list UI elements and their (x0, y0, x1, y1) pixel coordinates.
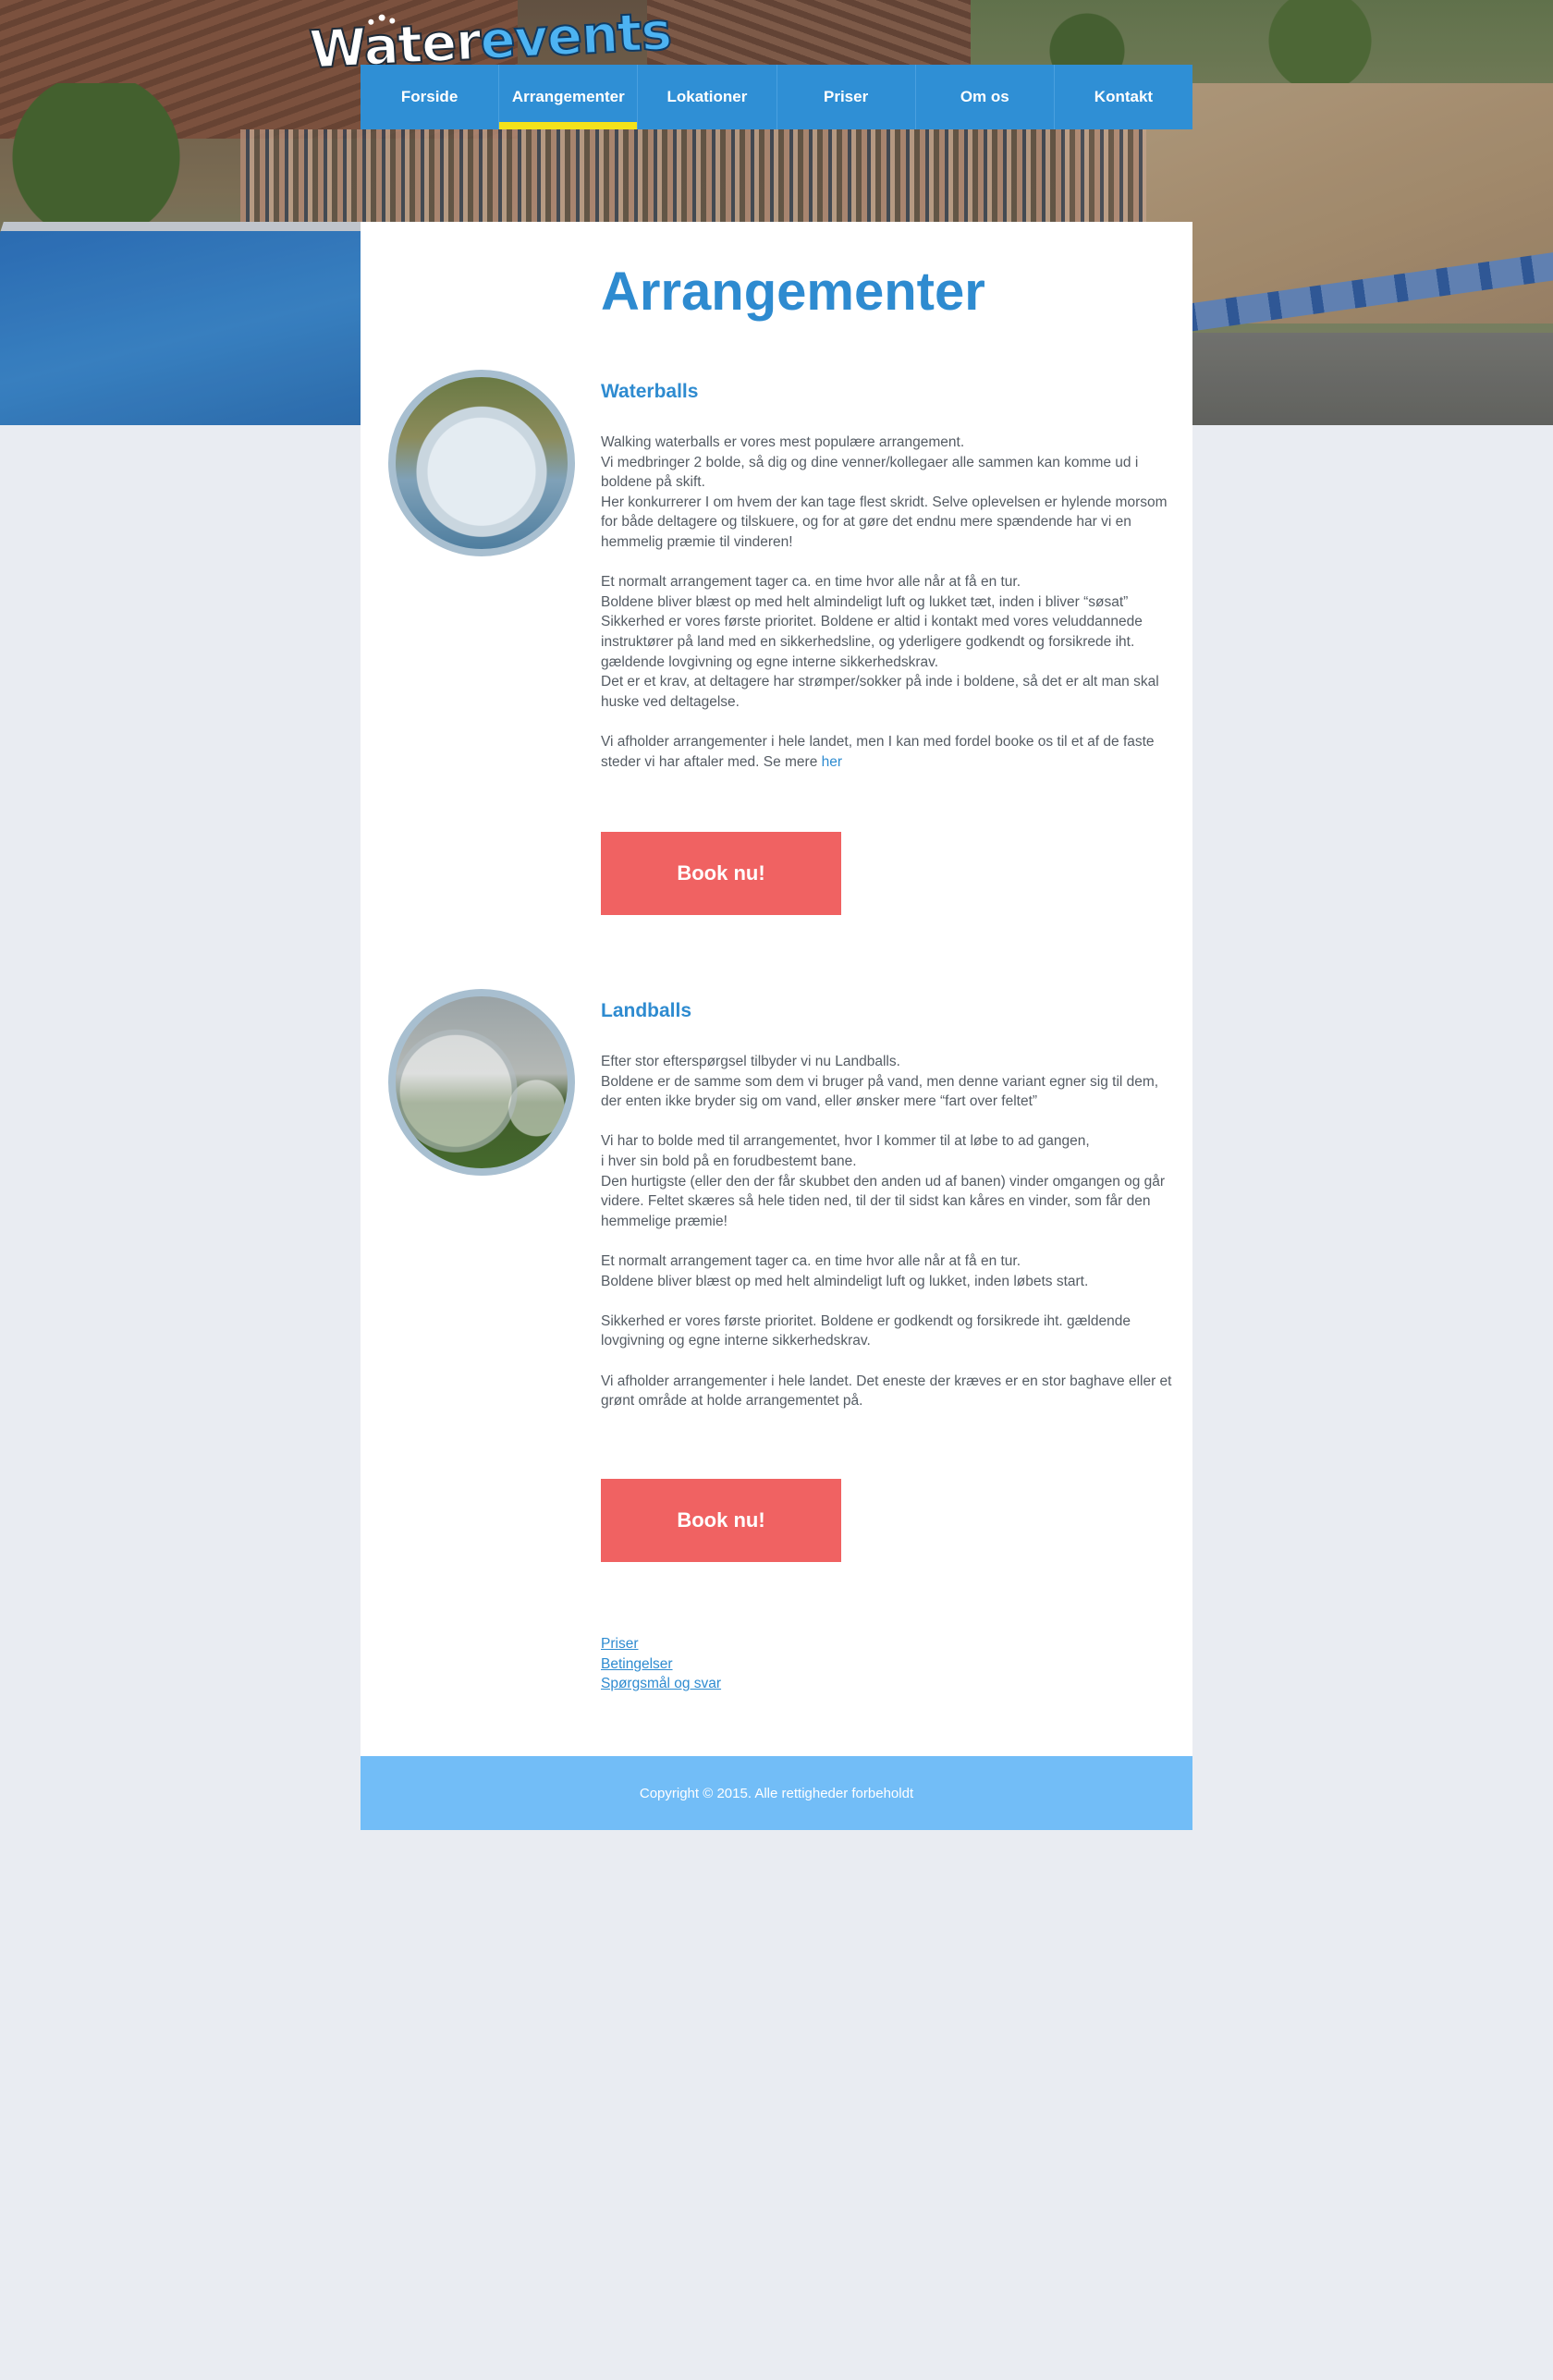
section-body: Efter stor efterspørgsel tilbyder vi nu … (601, 1052, 1179, 1431)
paragraph: Vi afholder arrangementer i hele landet,… (601, 733, 1155, 770)
paragraph: Et normalt arrangement tager ca. en time… (601, 574, 1159, 710)
book-now-button[interactable]: Book nu! (601, 1479, 841, 1562)
waterball-photo (388, 370, 575, 556)
nav-item-lokationer[interactable]: Lokationer (638, 65, 777, 129)
site-footer: Copyright © 2015. Alle rettigheder forbe… (361, 1756, 1192, 1830)
content-card: Arrangementer Waterballs Walking waterba… (361, 222, 1192, 1756)
nav-item-forside[interactable]: Forside (361, 65, 500, 129)
footer-links: Priser Betingelser Spørgsmål og svar (601, 1634, 721, 1694)
main-nav: Forside Arrangementer Lokationer Priser … (361, 65, 1192, 129)
paragraph: Vi afholder arrangementer i hele landet.… (601, 1373, 1172, 1410)
nav-item-kontakt[interactable]: Kontakt (1055, 65, 1192, 129)
paragraph: Et normalt arrangement tager ca. en time… (601, 1252, 1089, 1289)
nav-item-priser[interactable]: Priser (777, 65, 916, 129)
nav-item-arrangementer[interactable]: Arrangementer (499, 65, 639, 129)
paragraph: Walking waterballs er vores mest populær… (601, 434, 1168, 550)
landball-photo (388, 989, 575, 1176)
book-now-button[interactable]: Book nu! (601, 832, 841, 915)
paragraph: Efter stor efterspørgsel tilbyder vi nu … (601, 1054, 1159, 1110)
page-title: Arrangementer (601, 262, 985, 322)
section-title: Waterballs (601, 381, 699, 402)
paragraph: Vi har to bolde med til arrangementet, h… (601, 1133, 1166, 1229)
section-title: Landballs (601, 1000, 692, 1021)
section-body: Walking waterballs er vores mest populær… (601, 433, 1179, 792)
splash-icon (368, 14, 396, 25)
copyright-text: Copyright © 2015. Alle rettigheder forbe… (639, 1785, 914, 1801)
logo-text-events: events (478, 1, 674, 73)
nav-item-om-os[interactable]: Om os (916, 65, 1055, 129)
link-betingelser[interactable]: Betingelser (601, 1654, 721, 1675)
see-more-link[interactable]: her (822, 754, 842, 770)
link-faq[interactable]: Spørgsmål og svar (601, 1674, 721, 1694)
paragraph: Sikkerhed er vores første prioritet. Bol… (601, 1312, 1131, 1349)
link-priser[interactable]: Priser (601, 1634, 721, 1654)
